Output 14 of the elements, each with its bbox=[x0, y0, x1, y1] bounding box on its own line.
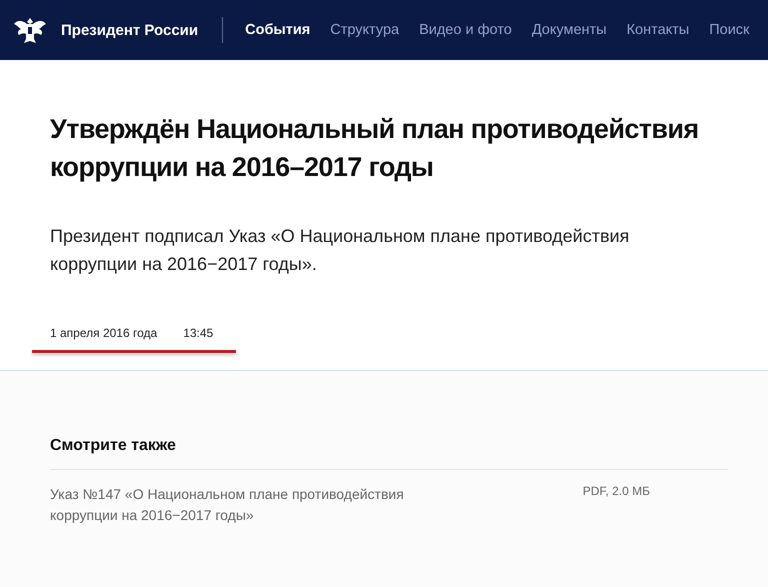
publish-time: 13:45 bbox=[183, 326, 214, 340]
nav-link[interactable]: Видео и фото bbox=[409, 22, 522, 38]
nav-link[interactable]: События bbox=[235, 22, 320, 38]
document-link[interactable]: Указ №147 «О Национальном плане противодействия коррупции на 2016−2017 годы» bbox=[50, 484, 450, 526]
nav-link[interactable]: Контакты bbox=[616, 22, 700, 38]
article-title: Утверждён Национальный план противодействия коррупции на 2016–2017 годы bbox=[50, 113, 700, 184]
file-info: PDF, 2.0 МБ bbox=[582, 484, 650, 500]
nav-link[interactable]: Поиск bbox=[699, 22, 760, 38]
site-title[interactable]: Президент России bbox=[61, 22, 198, 38]
nav-link[interactable]: Структура bbox=[320, 22, 410, 38]
section-heading: Смотрите также bbox=[50, 437, 728, 470]
publish-date: 1 апреля 2016 года bbox=[50, 326, 158, 340]
nav-link[interactable]: Документы bbox=[522, 22, 617, 38]
article-lead: Президент подписал Указ «О Национальном плане противодействия коррупции на 2016−2017 годы». bbox=[50, 225, 630, 276]
